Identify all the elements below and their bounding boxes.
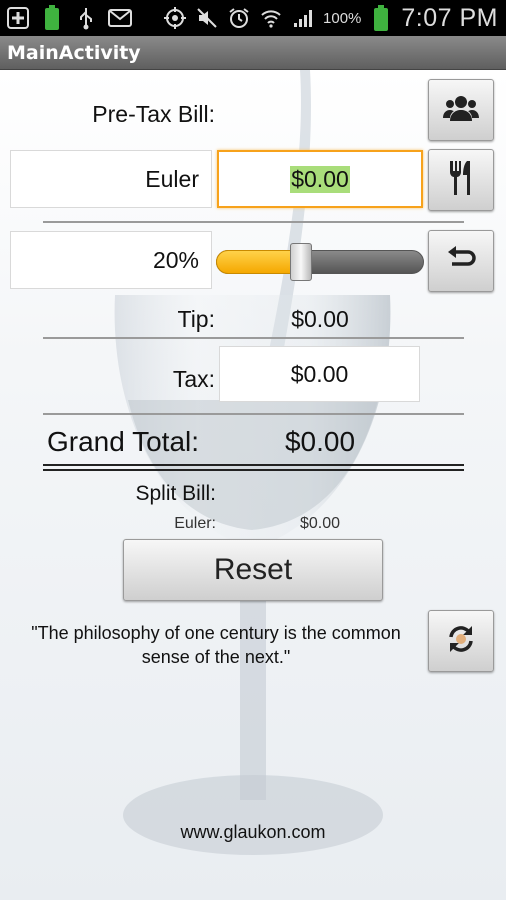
mute-icon [195, 6, 219, 30]
alarm-icon [227, 6, 251, 30]
person-name-text: Euler [145, 165, 199, 192]
pretax-bill-input[interactable]: $0.00 [217, 150, 423, 208]
usb-icon [74, 6, 98, 30]
reset-button[interactable]: Reset [123, 539, 383, 601]
status-bar: 100% 7:07 PM [0, 0, 506, 36]
pretax-bill-value: $0.00 [290, 165, 350, 193]
grand-total-label: Grand Total: [47, 426, 200, 457]
divider [43, 221, 464, 223]
tax-input[interactable]: $0.00 [219, 346, 420, 402]
battery-percent: 100% [323, 9, 362, 27]
tip-percent-field[interactable]: 20% [10, 231, 212, 289]
grand-total-value: $0.00 [284, 426, 356, 457]
tip-percent-text: 20% [152, 246, 199, 273]
signal-icon [291, 6, 315, 30]
email-icon [108, 6, 132, 30]
slider-thumb[interactable] [290, 243, 312, 281]
double-divider-top [43, 464, 464, 466]
refresh-quote-button[interactable] [428, 610, 494, 672]
fork-knife-icon [447, 160, 475, 200]
refresh-icon [445, 623, 477, 660]
battery-icon [369, 5, 393, 31]
double-divider-bottom [43, 469, 464, 471]
title-bar: MainActivity [0, 36, 506, 70]
clock: 7:07 PM [401, 3, 498, 32]
quote-text: "The philosophy of one century is the co… [31, 623, 401, 667]
split-bill-label: Split Bill: [135, 482, 216, 505]
divider [43, 413, 464, 415]
utensils-button[interactable] [428, 149, 494, 211]
location-icon [163, 6, 187, 30]
tip-slider[interactable] [216, 243, 424, 281]
tax-label: Tax: [172, 366, 215, 392]
split-person-amount: $0.00 [299, 515, 341, 532]
wifi-icon [259, 6, 283, 30]
pretax-label: Pre-Tax Bill: [92, 101, 215, 127]
split-person-name: Euler: [174, 515, 216, 532]
undo-button[interactable] [428, 230, 494, 292]
undo-arrow-icon [446, 245, 476, 277]
tip-label: Tip: [177, 306, 216, 332]
slider-fill [216, 250, 301, 274]
add-icon [6, 6, 30, 30]
people-icon [443, 94, 479, 127]
app-title: MainActivity [7, 42, 141, 64]
tip-value: $0.00 [291, 306, 349, 332]
people-button[interactable] [428, 79, 494, 141]
divider [43, 337, 464, 339]
tax-value: $0.00 [290, 360, 349, 387]
battery-full-icon [40, 5, 64, 30]
person-name-field[interactable]: Euler [10, 150, 212, 208]
website-link[interactable]: www.glaukon.com [0, 822, 506, 843]
